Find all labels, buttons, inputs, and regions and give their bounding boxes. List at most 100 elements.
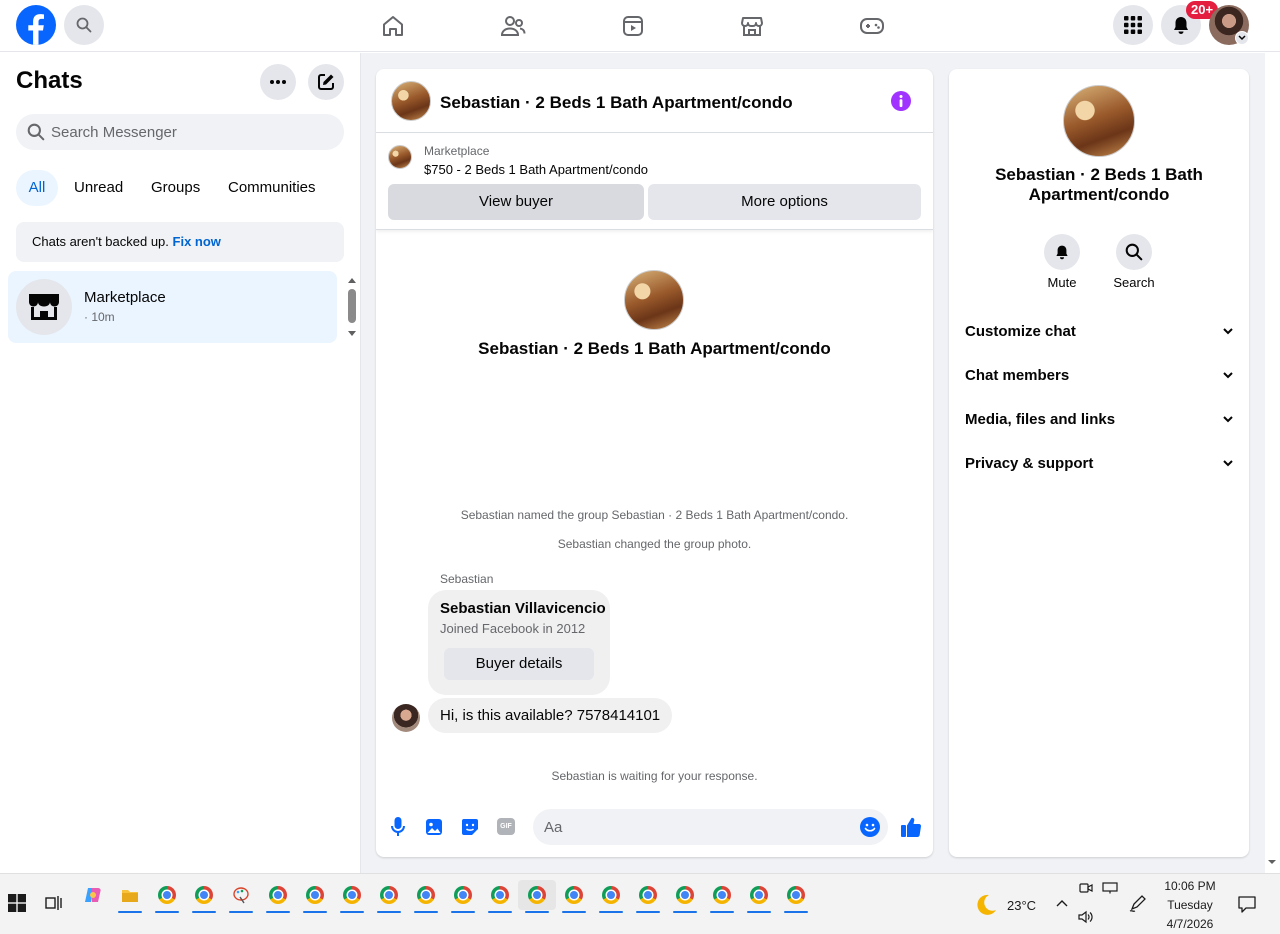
nav-friends[interactable] [453, 0, 573, 52]
buyer-card-name: Sebastian Villavicencio [440, 600, 606, 617]
show-hidden-icons-button[interactable] [1055, 898, 1069, 908]
emoji-button[interactable] [860, 817, 880, 837]
customize-chat-label: Customize chat [965, 322, 1076, 340]
chat-list-item[interactable]: Marketplace · 10m [8, 271, 337, 343]
system-message-photo: Sebastian changed the group photo. [557, 537, 752, 551]
nav-video[interactable] [573, 0, 693, 52]
nav-marketplace[interactable] [692, 0, 812, 52]
chrome-app-12[interactable] [596, 880, 626, 913]
listing-thumbnail[interactable] [388, 145, 412, 169]
task-view-icon [45, 896, 62, 910]
search-icon [27, 123, 45, 141]
chat-members-row[interactable]: Chat members [965, 360, 1233, 390]
chrome-app-9[interactable] [485, 880, 515, 913]
message-bubble[interactable]: Hi, is this available? 7578414101 [428, 698, 673, 733]
sender-avatar[interactable] [392, 704, 420, 732]
file-explorer-app[interactable] [115, 880, 145, 913]
backup-banner: Chats aren't backed up. Fix now [16, 222, 344, 262]
chats-title: Chats [16, 67, 83, 94]
chrome-icon [750, 886, 768, 904]
buyer-card-subtitle: Joined Facebook in 2012 [440, 621, 586, 636]
chrome-app-8[interactable] [448, 880, 478, 913]
chrome-app-3[interactable] [263, 880, 293, 913]
chrome-icon [491, 886, 509, 904]
sticker-button[interactable] [460, 817, 480, 837]
meet-now-icon[interactable] [1079, 882, 1093, 894]
weather-widget[interactable]: 23°C [974, 892, 1036, 918]
chat-time: · 10m [84, 310, 115, 324]
chrome-icon [380, 886, 398, 904]
filter-all[interactable]: All [16, 170, 58, 206]
listing-title[interactable]: $750 - 2 Beds 1 Bath Apartment/condo [424, 162, 648, 177]
page-scroll-down-arrow[interactable] [1266, 857, 1278, 867]
media-files-links-row[interactable]: Media, files and links [965, 404, 1233, 434]
chrome-app-5[interactable] [337, 880, 367, 913]
search-label: Search [1113, 275, 1155, 290]
chrome-app-2[interactable] [189, 880, 219, 913]
chrome-icon [417, 886, 435, 904]
message-input[interactable]: Aa [533, 809, 888, 845]
chrome-app-13[interactable] [633, 880, 663, 913]
microphone-button[interactable] [388, 816, 408, 838]
search-button[interactable] [64, 5, 104, 45]
more-options-button[interactable]: More options [648, 184, 921, 220]
chrome-app-1[interactable] [152, 880, 182, 913]
nav-gaming[interactable] [812, 0, 932, 52]
paint-app[interactable] [226, 880, 256, 913]
task-view-button[interactable] [45, 895, 65, 913]
conversation-panel: Sebastian · 2 Beds 1 Bath Apartment/cond… [376, 69, 933, 857]
chrome-app-10-active[interactable] [518, 880, 556, 913]
new-message-button[interactable] [308, 64, 344, 100]
info-icon [899, 95, 903, 107]
chevron-down-icon [1223, 459, 1233, 466]
chrome-app-6[interactable] [374, 880, 404, 913]
filter-groups[interactable]: Groups [151, 170, 200, 206]
marketplace-icon [741, 17, 763, 36]
chrome-app-17[interactable] [781, 880, 811, 913]
chrome-app-11[interactable] [559, 880, 589, 913]
chevron-down-icon [1223, 415, 1233, 422]
details-group-photo [1063, 85, 1135, 157]
network-icon[interactable] [1102, 882, 1118, 894]
filter-unread[interactable]: Unread [74, 170, 123, 206]
clock[interactable]: 10:06 PM Tuesday 4/7/2026 [1150, 877, 1230, 934]
chrome-app-14[interactable] [670, 880, 700, 913]
conversation-title[interactable]: Sebastian · 2 Beds 1 Bath Apartment/cond… [440, 93, 793, 113]
filter-communities[interactable]: Communities [228, 170, 316, 206]
view-buyer-button[interactable]: View buyer [388, 184, 644, 220]
chrome-app-4[interactable] [300, 880, 330, 913]
chat-list-scrollbar[interactable] [345, 275, 359, 339]
volume-icon[interactable] [1078, 910, 1094, 924]
customize-chat-row[interactable]: Customize chat [965, 316, 1233, 346]
info-button[interactable] [891, 91, 911, 111]
chrome-app-16[interactable] [744, 880, 774, 913]
privacy-support-row[interactable]: Privacy & support [965, 448, 1233, 478]
fix-now-link[interactable]: Fix now [173, 234, 221, 249]
group-profile-name: Sebastian · 2 Beds 1 Bath Apartment/cond… [478, 339, 831, 358]
pen-icon[interactable] [1129, 894, 1147, 912]
notification-center-button[interactable] [1238, 895, 1256, 913]
chat-options-button[interactable] [260, 64, 296, 100]
copilot-app[interactable] [78, 880, 108, 910]
nav-home[interactable] [333, 0, 453, 52]
group-avatar[interactable] [391, 81, 431, 121]
storefront-icon [29, 294, 59, 320]
like-button[interactable] [899, 815, 923, 839]
backup-text: Chats aren't backed up. [32, 234, 169, 249]
account-chevron-icon[interactable] [1235, 31, 1249, 45]
menu-button[interactable] [1113, 5, 1153, 45]
system-message-named: Sebastian named the group Sebastian · 2 … [460, 508, 849, 522]
photo-button[interactable] [424, 817, 444, 837]
mute-button[interactable] [1044, 234, 1080, 270]
listing-banner: Marketplace $750 - 2 Beds 1 Bath Apartme… [376, 134, 933, 230]
search-messenger-field[interactable]: Search Messenger [16, 114, 344, 150]
gif-button[interactable]: GIF [497, 818, 515, 835]
facebook-logo-icon[interactable] [16, 5, 56, 45]
notification-center-icon [1238, 896, 1256, 913]
search-in-chat-button[interactable] [1116, 234, 1152, 270]
mute-label: Mute [1047, 275, 1077, 290]
chrome-app-7[interactable] [411, 880, 441, 913]
chrome-app-15[interactable] [707, 880, 737, 913]
start-button[interactable] [8, 894, 28, 914]
buyer-details-button[interactable]: Buyer details [444, 648, 594, 680]
